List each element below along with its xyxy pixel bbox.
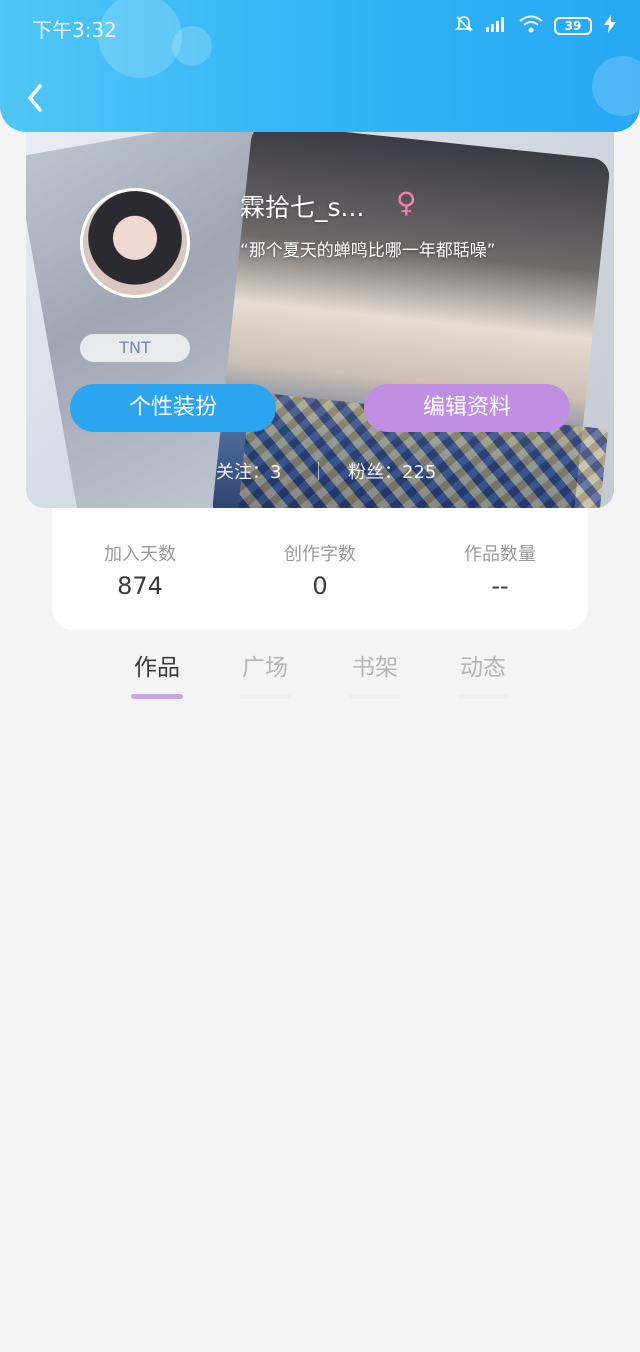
tab-indicator [239, 694, 291, 699]
tab-square[interactable]: 广场 [230, 648, 300, 699]
user-tag: TNT [80, 334, 190, 362]
status-icons: 39 [454, 14, 618, 38]
tab-label: 广场 [242, 655, 288, 681]
tab-activity[interactable]: 动态 [448, 648, 518, 699]
stat-works-count: 作品数量 -- [420, 540, 580, 600]
stats-panel: 加入天数 874 创作字数 0 作品数量 -- [52, 508, 588, 630]
stat-value: 874 [117, 572, 163, 600]
back-button[interactable] [22, 80, 50, 116]
signal-icon [484, 15, 508, 37]
tab-indicator [349, 694, 401, 699]
top-header: 下午3:32 39 [0, 0, 640, 132]
decor-bubble [172, 26, 212, 66]
decorate-button[interactable]: 个性装扮 [70, 384, 276, 432]
stat-value: -- [491, 572, 509, 600]
profile-card: 霖拾七_s... ♀ “那个夏天的蝉鸣比哪一年都聒噪” TNT 个性装扮 编辑资… [26, 110, 614, 508]
stat-value: 0 [312, 572, 328, 600]
status-time: 下午3:32 [32, 18, 117, 42]
tab-works[interactable]: 作品 [122, 648, 192, 699]
tab-label: 作品 [134, 655, 180, 681]
divider [318, 462, 319, 480]
user-signature: “那个夏天的蝉鸣比哪一年都聒噪” [240, 241, 496, 261]
wifi-icon [518, 14, 544, 38]
content-tabs: 作品 广场 书架 动态 [100, 648, 540, 704]
tab-label: 书架 [352, 655, 398, 681]
stat-label: 作品数量 [464, 544, 536, 565]
user-name: 霖拾七_s... [240, 193, 365, 222]
fans-count[interactable]: 粉丝：225 [348, 458, 436, 484]
battery-indicator: 39 [554, 17, 592, 35]
mute-bell-icon [454, 14, 474, 38]
decor-bubble [592, 56, 640, 116]
following-count[interactable]: 关注：3 [216, 458, 281, 484]
stat-label: 创作字数 [284, 544, 356, 565]
chevron-left-icon [28, 84, 42, 112]
tab-bookshelf[interactable]: 书架 [340, 648, 410, 699]
avatar[interactable] [80, 188, 190, 298]
charging-icon [602, 14, 618, 38]
edit-profile-button[interactable]: 编辑资料 [364, 384, 570, 432]
tab-label: 动态 [460, 655, 506, 681]
stat-word-count: 创作字数 0 [240, 540, 400, 600]
tab-indicator [457, 694, 509, 699]
female-icon: ♀ [396, 186, 417, 219]
stat-join-days: 加入天数 874 [60, 540, 220, 600]
stat-label: 加入天数 [104, 544, 176, 565]
tab-indicator [131, 694, 183, 699]
